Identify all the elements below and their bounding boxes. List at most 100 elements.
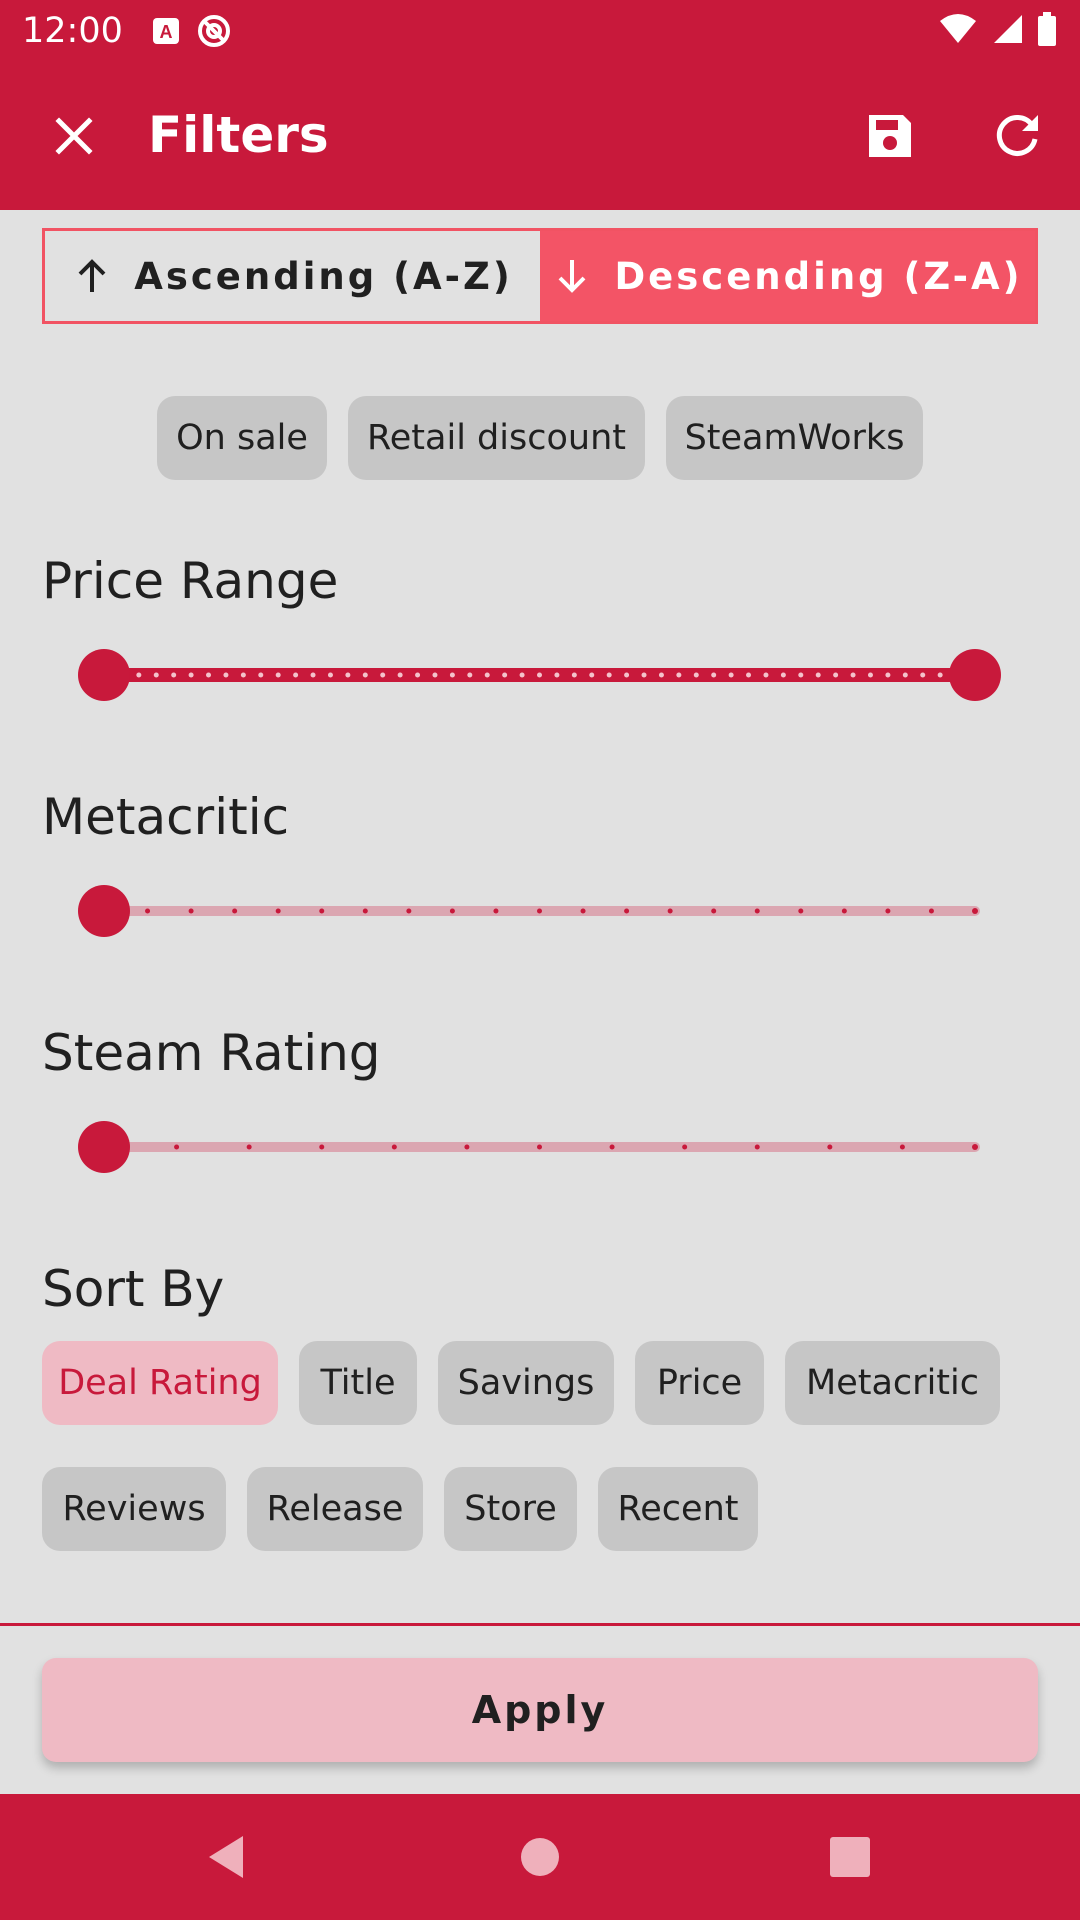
price-tick <box>571 672 577 678</box>
ascending-button[interactable]: Ascending (A-Z) <box>45 231 540 321</box>
price-tick <box>676 672 682 678</box>
price-tick <box>937 672 943 678</box>
price-tick <box>902 672 908 678</box>
signal-icon <box>990 13 1024 49</box>
steam-rating-tick <box>174 1144 180 1150</box>
bottom-divider <box>0 1623 1080 1626</box>
steam-rating-tick <box>609 1144 615 1150</box>
sort-by-title: Sort By <box>42 1260 225 1318</box>
metacritic-tick <box>798 908 804 914</box>
metacritic-tick <box>362 908 368 914</box>
price-tick <box>693 672 699 678</box>
metacritic-tick <box>319 908 325 914</box>
sort-chip-savings[interactable]: Savings <box>438 1341 614 1425</box>
descending-button[interactable]: Descending (Z-A) <box>540 231 1035 321</box>
metacritic-tick <box>624 908 630 914</box>
price-tick <box>711 672 717 678</box>
status-bar: 12:00 A <box>0 0 1080 62</box>
close-button[interactable] <box>42 104 106 168</box>
apply-button[interactable]: Apply <box>42 1658 1038 1762</box>
price-tick <box>850 672 856 678</box>
metacritic-title: Metacritic <box>42 788 290 846</box>
chip-on-sale[interactable]: On sale <box>157 396 327 480</box>
at-sign-icon <box>197 14 231 48</box>
back-button[interactable] <box>196 1827 256 1887</box>
price-tick <box>798 672 804 678</box>
metacritic-tick <box>232 908 238 914</box>
recents-button[interactable] <box>820 1827 880 1887</box>
price-tick <box>589 672 595 678</box>
page-title: Filters <box>148 106 329 164</box>
sort-chip-title[interactable]: Title <box>299 1341 417 1425</box>
sort-chip-reviews[interactable]: Reviews <box>42 1467 226 1551</box>
metacritic-tick <box>275 908 281 914</box>
price-tick <box>362 672 368 678</box>
metacritic-tick <box>885 908 891 914</box>
wifi-icon <box>938 13 978 49</box>
metacritic-tick <box>188 908 194 914</box>
steam-rating-slider[interactable] <box>78 1117 1003 1177</box>
steam-rating-tick <box>319 1144 325 1150</box>
sort-chip-release[interactable]: Release <box>247 1467 423 1551</box>
price-tick <box>380 672 386 678</box>
steam-rating-tick <box>827 1144 833 1150</box>
save-icon <box>869 115 911 157</box>
a-box-icon: A <box>149 14 183 48</box>
price-tick <box>415 672 421 678</box>
price-tick <box>327 672 333 678</box>
battery-icon <box>1036 12 1058 50</box>
home-button[interactable] <box>510 1827 570 1887</box>
refresh-button[interactable] <box>985 104 1049 168</box>
svg-text:A: A <box>159 22 172 42</box>
price-tick <box>658 672 664 678</box>
sort-chip-recent[interactable]: Recent <box>598 1467 758 1551</box>
price-tick <box>171 672 177 678</box>
steam-rating-tick <box>899 1144 905 1150</box>
price-tick <box>833 672 839 678</box>
price-tick <box>449 672 455 678</box>
sort-chip-price[interactable]: Price <box>635 1341 764 1425</box>
steam-rating-tick <box>754 1144 760 1150</box>
price-range-slider[interactable] <box>78 645 1003 705</box>
price-tick <box>519 672 525 678</box>
arrow-down-icon <box>559 260 586 293</box>
sort-chip-metacritic[interactable]: Metacritic <box>785 1341 1000 1425</box>
price-start-thumb <box>78 649 130 701</box>
chip-steamworks[interactable]: SteamWorks <box>666 396 923 480</box>
price-tick <box>258 672 264 678</box>
app-bar: Filters <box>0 62 1080 210</box>
price-tick <box>240 672 246 678</box>
price-tick <box>484 672 490 678</box>
metacritic-tick <box>580 908 586 914</box>
steam-rating-tick <box>537 1144 542 1150</box>
price-tick <box>537 672 542 678</box>
close-icon <box>55 117 93 155</box>
recents-icon <box>830 1837 870 1877</box>
price-tick <box>624 672 630 678</box>
status-time: 12:00 <box>22 11 123 51</box>
metacritic-tick <box>928 908 934 914</box>
arrow-up-icon <box>78 259 106 292</box>
price-tick <box>345 672 351 678</box>
metacritic-tick <box>449 908 455 914</box>
chip-retail-discount[interactable]: Retail discount <box>348 396 645 480</box>
price-tick <box>467 672 473 678</box>
steam-rating-tick <box>391 1144 397 1150</box>
save-button[interactable] <box>858 104 922 168</box>
metacritic-tick <box>406 908 412 914</box>
steam-rating-tick <box>682 1144 688 1150</box>
sort-chip-store[interactable]: Store <box>444 1467 577 1551</box>
price-tick <box>641 672 647 678</box>
price-tick <box>432 672 438 678</box>
price-range-title: Price Range <box>42 552 339 610</box>
price-tick <box>606 672 612 678</box>
metacritic-tick <box>667 908 673 914</box>
sort-chip-deal-rating[interactable]: Deal Rating <box>42 1341 278 1425</box>
price-tick <box>136 672 142 678</box>
metacritic-slider[interactable] <box>78 881 1003 941</box>
steam-rating-tick <box>246 1144 252 1150</box>
metacritic-track <box>78 885 980 937</box>
price-tick <box>920 672 926 678</box>
steam-rating-end-tick <box>972 1144 978 1150</box>
home-icon <box>521 1838 559 1876</box>
